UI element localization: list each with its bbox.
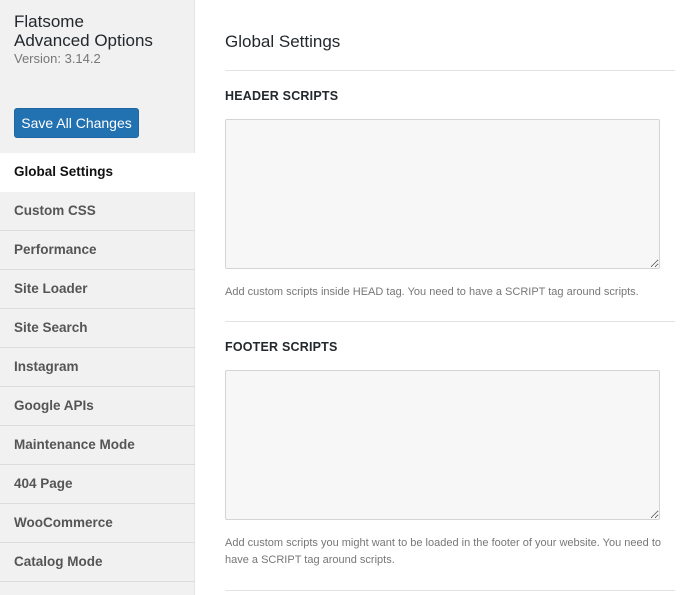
app-title-line1: Flatsome [14,12,84,31]
header-scripts-textarea[interactable] [225,119,660,269]
sidebar-item-custom-css[interactable]: Custom CSS [0,192,195,231]
header-scripts-help: Add custom scripts inside HEAD tag. You … [225,286,639,298]
page-title: Global Settings [225,32,341,51]
save-all-changes-button[interactable]: Save All Changes [14,108,139,138]
header-scripts-label: HEADER SCRIPTS [225,89,339,103]
sidebar-item-global-settings[interactable]: Global Settings [0,153,195,192]
footer-scripts-textarea[interactable] [225,370,660,520]
sidebar-item-woocommerce[interactable]: WooCommerce [0,504,195,543]
sidebar-item-site-search[interactable]: Site Search [0,309,195,348]
sidebar-item-maintenance-mode[interactable]: Maintenance Mode [0,426,195,465]
app-title-line2: Advanced Options [14,31,153,50]
sidebar-nav: Global Settings Custom CSS Performance S… [0,153,195,582]
sidebar: Flatsome Advanced Options Version: 3.14.… [0,0,195,595]
sidebar-item-instagram[interactable]: Instagram [0,348,195,387]
sidebar-item-catalog-mode[interactable]: Catalog Mode [0,543,195,582]
sidebar-item-performance[interactable]: Performance [0,231,195,270]
app-version: Version: 3.14.2 [14,51,101,66]
divider [225,590,675,591]
sidebar-item-google-apis[interactable]: Google APIs [0,387,195,426]
sidebar-item-404-page[interactable]: 404 Page [0,465,195,504]
divider [225,70,675,71]
brand: Flatsome Advanced Options Version: 3.14.… [14,12,153,67]
sidebar-item-site-loader[interactable]: Site Loader [0,270,195,309]
footer-scripts-help: Add custom scripts you might want to be … [225,537,661,566]
divider [225,321,675,322]
footer-scripts-label: FOOTER SCRIPTS [225,340,338,354]
